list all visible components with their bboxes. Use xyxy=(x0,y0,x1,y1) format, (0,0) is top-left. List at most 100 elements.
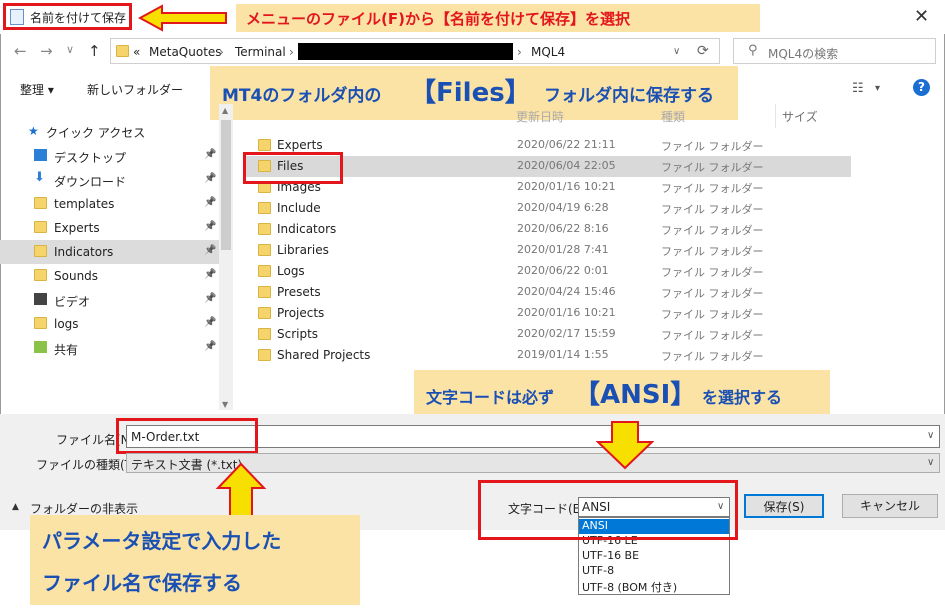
file-date: 2020/04/24 15:46 xyxy=(517,285,616,298)
close-icon[interactable]: ✕ xyxy=(914,6,929,27)
encoding-option[interactable]: UTF-8 xyxy=(579,564,729,579)
back-button[interactable]: ← xyxy=(14,42,27,60)
folder-icon xyxy=(258,328,271,340)
table-row[interactable]: Include 2020/04/19 6:28 ファイル フォルダー xyxy=(244,198,851,219)
encoding-option[interactable]: UTF-8 (BOM 付き) xyxy=(579,579,729,594)
pin-icon[interactable]: 📌 xyxy=(204,197,216,208)
column-type[interactable]: 種類 xyxy=(661,108,685,125)
encoding-note: 文字コードは必ず 【ANSI】 を選択する xyxy=(414,370,830,418)
folder-icon xyxy=(258,244,271,256)
forward-button[interactable]: → xyxy=(40,42,53,60)
file-name: Presets xyxy=(277,285,321,299)
refresh-button[interactable]: ⟳ xyxy=(697,43,709,59)
file-type: ファイル フォルダー xyxy=(661,287,764,300)
folder-icon xyxy=(258,286,271,298)
chevron-up-icon[interactable]: ▲ xyxy=(12,502,19,512)
chevron-down-icon[interactable]: ∨ xyxy=(927,457,934,468)
sidebar-item[interactable]: ⬇ ダウンロード 📌 xyxy=(0,168,220,192)
folder-icon xyxy=(116,45,129,57)
pin-icon[interactable]: 📌 xyxy=(204,293,216,304)
quick-access-label[interactable]: クイック アクセス xyxy=(46,124,145,141)
file-name: Libraries xyxy=(277,243,329,257)
sidebar-item[interactable]: Sounds 📌 xyxy=(0,264,220,288)
file-name: Logs xyxy=(277,264,305,278)
pin-icon[interactable]: 📌 xyxy=(204,221,216,232)
column-date[interactable]: 更新日時 xyxy=(516,108,564,125)
cancel-button[interactable]: キャンセル xyxy=(842,494,938,518)
table-row[interactable]: Presets 2020/04/24 15:46 ファイル フォルダー xyxy=(244,282,851,303)
sidebar-item-label: templates xyxy=(54,197,115,211)
encoding-highlight xyxy=(478,480,738,540)
file-name: Scripts xyxy=(277,327,319,341)
table-row[interactable]: Projects 2020/01/16 10:21 ファイル フォルダー xyxy=(244,303,851,324)
redacted-path xyxy=(298,43,513,60)
search-input[interactable]: ⚲ MQL4の検索 xyxy=(733,38,936,64)
sidebar-item-label: Experts xyxy=(54,221,100,235)
files-highlight xyxy=(243,152,343,184)
file-type: ファイル フォルダー xyxy=(661,329,764,342)
file-date: 2020/01/16 10:21 xyxy=(517,180,616,193)
table-row[interactable]: Indicators 2020/06/22 8:16 ファイル フォルダー xyxy=(244,219,851,240)
up-button[interactable]: ↑ xyxy=(88,42,101,60)
view-options-icon[interactable]: ☷ xyxy=(852,81,864,96)
file-name: Include xyxy=(277,201,321,215)
file-type: ファイル フォルダー xyxy=(661,203,764,216)
sidebar-item[interactable]: デスクトップ 📌 xyxy=(0,144,220,168)
sidebar-item[interactable]: templates 📌 xyxy=(0,192,220,216)
breadcrumb-terminal[interactable]: Terminal xyxy=(235,45,286,59)
table-row[interactable]: Logs 2020/06/22 0:01 ファイル フォルダー xyxy=(244,261,851,282)
new-folder-button[interactable]: 新しいフォルダー xyxy=(87,81,183,98)
sidebar-item[interactable]: 共有 📌 xyxy=(0,336,220,360)
search-icon: ⚲ xyxy=(748,43,758,58)
filename-highlight xyxy=(116,418,258,454)
title-note: メニューのファイル(F)から【名前を付けて保存】を選択 xyxy=(236,4,760,32)
pin-icon[interactable]: 📌 xyxy=(204,149,216,160)
pin-icon[interactable]: 📌 xyxy=(204,245,216,256)
file-type: ファイル フォルダー xyxy=(661,161,764,174)
table-row[interactable]: Shared Projects 2019/01/14 1:55 ファイル フォルダー xyxy=(244,345,851,366)
pin-icon[interactable]: 📌 xyxy=(204,341,216,352)
save-button[interactable]: 保存(S) xyxy=(744,494,824,518)
sidebar-item[interactable]: Experts 📌 xyxy=(0,216,220,240)
breadcrumb-mql4[interactable]: MQL4 xyxy=(531,45,565,59)
table-row[interactable]: Scripts 2020/02/17 15:59 ファイル フォルダー xyxy=(244,324,851,345)
breadcrumb-separator: › xyxy=(517,45,522,59)
recent-locations-button[interactable]: ∨ xyxy=(66,43,74,56)
filename-note: パラメータ設定で入力した ファイル名で保存する xyxy=(30,515,360,605)
nav-scrollbar-thumb[interactable] xyxy=(221,120,231,250)
share-icon xyxy=(34,341,47,353)
breadcrumb-metaquotes[interactable]: MetaQuotes xyxy=(149,45,222,59)
sidebar-item-label: デスクトップ xyxy=(54,151,127,165)
file-type: ファイル フォルダー xyxy=(661,350,764,363)
pin-icon[interactable]: 📌 xyxy=(204,317,216,328)
chevron-down-icon[interactable]: ∨ xyxy=(673,46,680,57)
sidebar-item[interactable]: Indicators 📌 xyxy=(0,240,220,264)
pin-icon[interactable]: 📌 xyxy=(204,269,216,280)
sidebar-item[interactable]: ビデオ 📌 xyxy=(0,288,220,312)
filename-note-line2: ファイル名で保存する xyxy=(42,571,242,595)
help-icon[interactable]: ? xyxy=(913,79,930,96)
file-name: Experts xyxy=(277,138,323,152)
folder-note-part-c: フォルダ内に保存する xyxy=(544,86,714,106)
encoding-option[interactable]: UTF-16 BE xyxy=(579,549,729,564)
sidebar-item[interactable]: logs 📌 xyxy=(0,312,220,336)
file-date: 2020/01/28 7:41 xyxy=(517,243,609,256)
encoding-note-part-b: 【ANSI】 xyxy=(574,380,697,410)
folder-icon xyxy=(34,317,47,329)
arrow-left-icon xyxy=(138,4,227,32)
encoding-note-part-c: を選択する xyxy=(702,388,783,407)
scroll-down-icon[interactable]: ▼ xyxy=(222,400,228,409)
column-size[interactable]: サイズ xyxy=(782,108,818,125)
chevron-down-icon[interactable]: ∨ xyxy=(927,430,934,441)
chevron-down-icon[interactable]: ▾ xyxy=(875,83,880,94)
folder-icon xyxy=(34,245,47,257)
folder-icon xyxy=(258,307,271,319)
pin-icon[interactable]: 📌 xyxy=(204,173,216,184)
file-type: ファイル フォルダー xyxy=(661,245,764,258)
scroll-up-icon[interactable]: ▲ xyxy=(222,106,228,115)
column-divider xyxy=(775,104,776,128)
file-date: 2020/02/17 15:59 xyxy=(517,327,616,340)
organize-button[interactable]: 整理 ▾ xyxy=(20,81,54,98)
star-icon: ★ xyxy=(28,124,39,138)
table-row[interactable]: Libraries 2020/01/28 7:41 ファイル フォルダー xyxy=(244,240,851,261)
